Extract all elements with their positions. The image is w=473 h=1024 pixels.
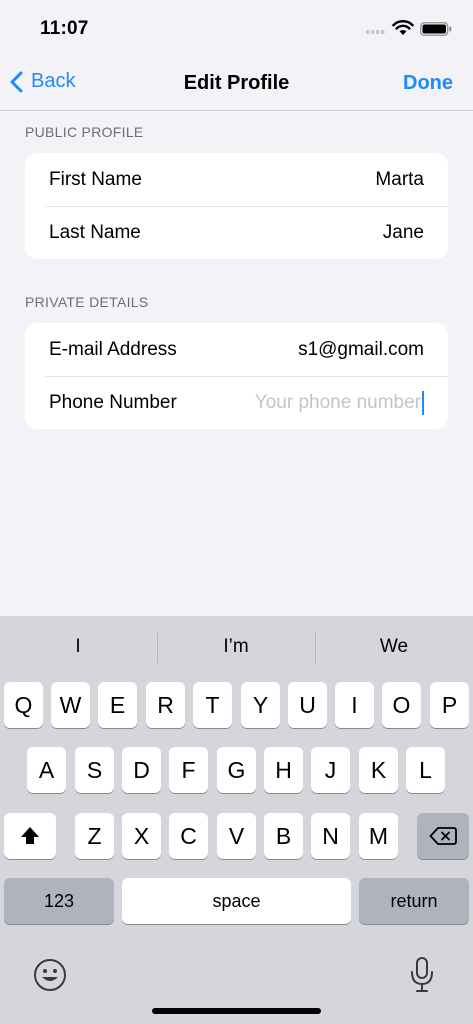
key-l[interactable]: L xyxy=(406,747,445,793)
return-key[interactable]: return xyxy=(359,878,469,924)
key-m[interactable]: M xyxy=(359,813,398,859)
suggestion-1[interactable]: I xyxy=(0,636,156,658)
key-v[interactable]: V xyxy=(217,813,256,859)
key-n[interactable]: N xyxy=(311,813,350,859)
last-name-label: Last Name xyxy=(49,221,141,243)
section-header-private-details: PRIVATE DETAILS xyxy=(25,294,149,310)
key-p[interactable]: P xyxy=(430,682,469,728)
shift-key[interactable] xyxy=(4,813,56,859)
key-q[interactable]: Q xyxy=(4,682,43,728)
status-bar: 11:07 xyxy=(0,0,473,58)
suggestion-2[interactable]: I’m xyxy=(158,636,314,658)
key-u[interactable]: U xyxy=(288,682,327,728)
key-x[interactable]: X xyxy=(122,813,161,859)
key-s[interactable]: S xyxy=(75,747,114,793)
home-indicator[interactable] xyxy=(152,1008,321,1014)
key-a[interactable]: A xyxy=(27,747,66,793)
key-k[interactable]: K xyxy=(359,747,398,793)
key-r[interactable]: R xyxy=(146,682,185,728)
battery-icon xyxy=(420,22,452,36)
phone-label: Phone Number xyxy=(49,391,177,413)
key-h[interactable]: H xyxy=(264,747,303,793)
suggestion-3[interactable]: We xyxy=(316,636,472,658)
email-row[interactable]: E-mail Address s1@gmail.com xyxy=(25,323,448,376)
keyboard: I I’m We Q W E R T Y U I O P A S D F G H… xyxy=(0,616,473,1024)
public-profile-group: First Name Marta Last Name Jane xyxy=(25,153,448,259)
phone-placeholder: Your phone number xyxy=(254,391,421,413)
first-name-label: First Name xyxy=(49,168,142,190)
shift-icon xyxy=(21,827,39,844)
key-w[interactable]: W xyxy=(51,682,90,728)
key-t[interactable]: T xyxy=(193,682,232,728)
key-o[interactable]: O xyxy=(382,682,421,728)
last-name-row[interactable]: Last Name Jane xyxy=(25,206,448,259)
text-cursor xyxy=(422,390,424,415)
section-header-public-profile: PUBLIC PROFILE xyxy=(25,124,144,140)
wifi-icon xyxy=(392,20,414,35)
predictive-bar: I I’m We xyxy=(0,616,473,678)
first-name-field[interactable]: Marta xyxy=(375,169,424,191)
key-g[interactable]: G xyxy=(217,747,256,793)
cellular-signal-icon xyxy=(366,30,385,34)
key-d[interactable]: D xyxy=(122,747,161,793)
phone-field[interactable]: Your phone number xyxy=(254,390,424,415)
last-name-field[interactable]: Jane xyxy=(383,222,424,244)
key-f[interactable]: F xyxy=(169,747,208,793)
space-key[interactable]: space xyxy=(122,878,351,924)
private-details-group: E-mail Address s1@gmail.com Phone Number… xyxy=(25,323,448,429)
key-j[interactable]: J xyxy=(311,747,350,793)
backspace-icon xyxy=(429,827,457,845)
key-y[interactable]: Y xyxy=(241,682,280,728)
first-name-row[interactable]: First Name Marta xyxy=(25,153,448,206)
phone-row[interactable]: Phone Number Your phone number xyxy=(25,376,448,429)
email-field[interactable]: s1@gmail.com xyxy=(298,339,424,361)
emoji-icon[interactable] xyxy=(33,958,67,992)
key-e[interactable]: E xyxy=(98,682,137,728)
done-button[interactable]: Done xyxy=(403,72,453,95)
key-i[interactable]: I xyxy=(335,682,374,728)
key-z[interactable]: Z xyxy=(75,813,114,859)
email-label: E-mail Address xyxy=(49,338,177,360)
delete-key[interactable] xyxy=(417,813,469,859)
microphone-icon[interactable] xyxy=(409,956,435,994)
numbers-key[interactable]: 123 xyxy=(4,878,114,924)
navigation-bar: Back Edit Profile Done xyxy=(0,58,473,111)
key-c[interactable]: C xyxy=(169,813,208,859)
status-time: 11:07 xyxy=(40,18,89,39)
key-b[interactable]: B xyxy=(264,813,303,859)
